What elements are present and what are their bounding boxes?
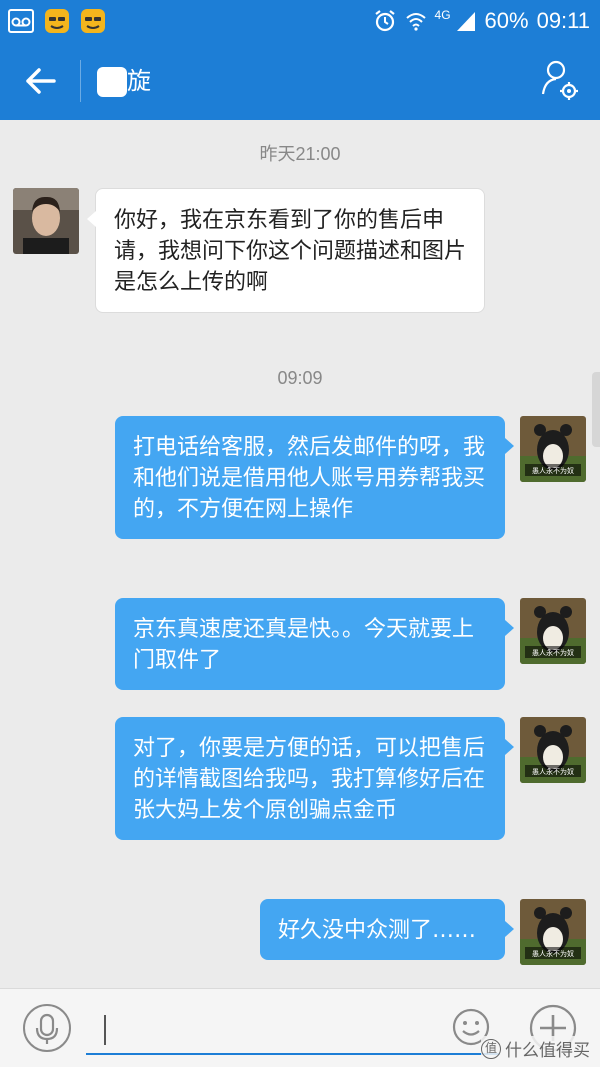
- app-notification-icon: [45, 9, 69, 33]
- watermark-text: 什么值得买: [505, 1041, 590, 1061]
- my-avatar[interactable]: 愚人永不为奴: [520, 598, 586, 664]
- header-divider: [80, 60, 81, 102]
- message-input-bar: 值 什么值得买: [0, 988, 600, 1067]
- alarm-icon: [374, 10, 395, 32]
- back-arrow-icon[interactable]: [20, 62, 60, 100]
- status-bar: 4G 60% 09:11: [0, 0, 600, 42]
- app-notification-icon: [81, 9, 105, 33]
- avatar-caption: 愚人永不为奴: [532, 648, 574, 657]
- battery-percent: 60%: [484, 8, 529, 33]
- text-caret: [104, 1015, 106, 1045]
- voice-input-button[interactable]: [23, 1004, 71, 1052]
- system-status: 4G 60% 09:11: [373, 6, 590, 36]
- avatar-caption: 愚人永不为奴: [532, 466, 574, 475]
- avatar-caption: 愚人永不为奴: [532, 767, 574, 776]
- message-bubble-incoming[interactable]: 你好，我在京东看到了你的售后申请，我想问下你这个问题描述和图片是怎么上传的啊: [87, 188, 485, 313]
- message-bubble-outgoing[interactable]: 好久没中众测了……: [260, 899, 514, 960]
- my-avatar[interactable]: 愚人永不为奴: [520, 416, 586, 482]
- my-avatar[interactable]: 愚人永不为奴: [520, 899, 586, 965]
- avatar-caption: 愚人永不为奴: [532, 949, 574, 958]
- notification-icons: [8, 8, 106, 34]
- microphone-icon: [35, 1013, 59, 1044]
- message-bubble-outgoing[interactable]: 对了，你要是方便的话，可以把售后的详情截图给我吗，我打算修好后在张大妈上发个原创…: [115, 717, 514, 840]
- message-bubble-outgoing[interactable]: 京东真速度还真是快。。今天就要上门取件了: [115, 598, 514, 690]
- timestamp: 昨天21:00: [259, 144, 341, 164]
- chat-title[interactable]: 旋: [127, 64, 151, 98]
- redacted-name-block: [97, 67, 127, 97]
- scroll-indicator[interactable]: [592, 372, 600, 447]
- watermark: 值 什么值得买: [481, 1036, 590, 1061]
- my-avatar[interactable]: 愚人永不为奴: [520, 717, 586, 783]
- message-input[interactable]: [86, 1001, 500, 1055]
- watermark-badge: 值: [481, 1038, 501, 1059]
- network-type: 4G: [434, 8, 451, 22]
- clock: 09:11: [536, 8, 590, 33]
- wifi-icon: [405, 13, 426, 31]
- message-bubble-outgoing[interactable]: 打电话给客服，然后发邮件的呀，我和他们说是借用他人账号用券帮我买的，不方便在网上…: [115, 416, 514, 539]
- signal-icon: [456, 12, 475, 31]
- chat-header: 旋: [0, 42, 600, 120]
- timestamp: 09:09: [277, 368, 323, 388]
- contact-avatar[interactable]: [13, 188, 79, 254]
- voicemail-icon: [8, 9, 34, 33]
- profile-settings-icon[interactable]: [540, 58, 580, 102]
